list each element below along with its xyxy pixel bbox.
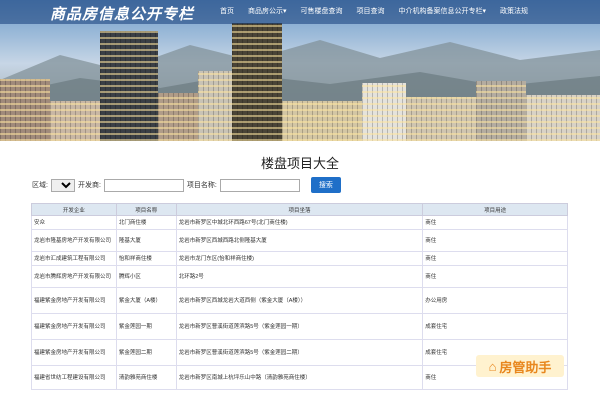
building: [0, 79, 50, 141]
building: [232, 23, 282, 141]
cell-project-name[interactable]: 隆基大厦: [115, 229, 177, 252]
nav-item-commercial-housing[interactable]: 商品房公示▾: [248, 6, 287, 16]
site-logo[interactable]: 商品房信息公开专栏: [50, 3, 194, 24]
building: [406, 97, 476, 141]
table-header-row: 开发企业 项目名称 项目坐落 项目用途: [31, 203, 568, 216]
cell-developer: 福建省世纺工程建设有限公司: [31, 365, 117, 390]
top-navbar: 商品房信息公开专栏 首页 商品房公示▾ 可售楼盘查询 项目查询 中介机构备案信息…: [0, 0, 600, 24]
cell-location: 龙岩市新罗区曹溪街道莲滨路5号（紫金莲园一期）: [175, 313, 424, 340]
building: [526, 95, 600, 141]
cell-project-name[interactable]: 紫金大厦（A楼）: [115, 287, 177, 314]
table-row[interactable]: 龙岩市汇成建筑工程有限公司 怡和祥商住楼 龙岩市龙门东区(怡和祥商住楼) 商住: [31, 251, 568, 266]
building: [50, 101, 100, 141]
developer-label: 开发商:: [77, 182, 101, 189]
cell-developer: 福建紫金房地产开发有限公司: [31, 339, 117, 366]
nav-item-policies[interactable]: 政策法规: [500, 6, 528, 16]
project-name-input[interactable]: [219, 178, 300, 192]
search-button[interactable]: 搜索: [310, 177, 341, 193]
cell-developer: 福建紫金房地产开发有限公司: [31, 313, 117, 340]
house-assistant-watermark: ⌂ 房管助手: [476, 355, 564, 377]
cell-developer: 龙岩市汇成建筑工程有限公司: [31, 251, 117, 266]
house-icon: ⌂: [488, 358, 497, 374]
cell-usage: 办公用房: [422, 287, 568, 314]
developer-input[interactable]: [103, 178, 184, 192]
cell-project-name[interactable]: 腾辉小区: [115, 265, 177, 288]
building: [362, 83, 406, 141]
cell-location: 龙岩市龙门东区(怡和祥商住楼): [175, 251, 424, 266]
cell-developer: 福建紫金房地产开发有限公司: [31, 287, 117, 314]
cell-usage: 商住: [422, 265, 568, 288]
watermark-text: 房管助手: [499, 359, 552, 375]
cell-developer: 安众: [31, 215, 117, 230]
table-row[interactable]: 福建紫金房地产开发有限公司 紫金莲园一期 龙岩市新罗区曹溪街道莲滨路5号（紫金莲…: [31, 313, 568, 340]
table-row[interactable]: 龙岩市腾辉房地产开发有限公司 腾辉小区 北环路2号 商住: [31, 265, 568, 288]
hero-banner: 商品房信息公开专栏 首页 商品房公示▾ 可售楼盘查询 项目查询 中介机构备案信息…: [0, 0, 600, 141]
cell-developer: 龙岩市腾辉房地产开发有限公司: [31, 265, 117, 288]
district-label: 区域:: [32, 182, 48, 189]
cell-project-name[interactable]: 紫金莲园一期: [115, 313, 177, 340]
nav-item-project-search[interactable]: 项目查询: [357, 6, 385, 16]
cell-location: 北环路2号: [175, 265, 424, 288]
cell-project-name[interactable]: 清韵雅苑商住楼: [115, 365, 177, 390]
table-row[interactable]: 龙岩市隆基房地产开发有限公司 隆基大厦 龙岩市新罗区西城西路北侧隆基大厦 商住: [31, 229, 568, 252]
nav-item-for-sale-search[interactable]: 可售楼盘查询: [301, 6, 343, 16]
table-row[interactable]: 福建紫金房地产开发有限公司 紫金大厦（A楼） 龙岩市新罗区西城龙岩大道西侧（紫金…: [31, 287, 568, 314]
building: [476, 81, 526, 141]
header-developer: 开发企业: [31, 203, 117, 216]
search-filters: 区域: 区域 开发商: 项目名称: 搜索: [32, 177, 341, 193]
nav-item-home[interactable]: 首页: [220, 6, 234, 16]
header-project-name: 项目名称: [115, 203, 177, 216]
cell-project-name[interactable]: 紫金莲园二期: [115, 339, 177, 366]
cell-usage: 商住: [422, 215, 568, 230]
cell-usage: 商住: [422, 251, 568, 266]
cell-project-name[interactable]: 北门商住楼: [115, 215, 177, 230]
building: [100, 31, 158, 141]
page-title: 楼盘项目大全: [260, 156, 339, 171]
cell-location: 龙岩市新罗区中城北环西路67号(北门商住楼): [175, 215, 424, 230]
header-usage: 项目用途: [422, 203, 568, 216]
cell-location: 龙岩市新罗区曹溪街道莲滨路5号（紫金莲园二期）: [175, 339, 424, 366]
cell-usage: 成套住宅: [422, 313, 568, 340]
building: [282, 101, 362, 141]
table-row[interactable]: 安众 北门商住楼 龙岩市新罗区中城北环西路67号(北门商住楼) 商住: [31, 215, 568, 230]
cell-location: 龙岩市新罗区西城龙岩大道西侧（紫金大厦（A楼））: [175, 287, 424, 314]
header-location: 项目坐落: [175, 203, 424, 216]
district-select[interactable]: 区域: [50, 178, 75, 192]
cell-usage: 商住: [422, 229, 568, 252]
building: [158, 93, 198, 141]
project-name-label: 项目名称:: [186, 182, 217, 189]
cell-developer: 龙岩市隆基房地产开发有限公司: [31, 229, 117, 252]
cell-location: 龙岩市新罗区西城西路北侧隆基大厦: [175, 229, 424, 252]
main-nav: 首页 商品房公示▾ 可售楼盘查询 项目查询 中介机构备案信息公开专栏▾ 政策法规: [220, 6, 542, 16]
cell-project-name[interactable]: 怡和祥商住楼: [115, 251, 177, 266]
cell-location: 龙岩市新罗区南城上杭坪乐山中路（清韵雅苑商住楼）: [175, 365, 424, 390]
building: [198, 71, 232, 141]
nav-item-agency-records[interactable]: 中介机构备案信息公开专栏▾: [399, 6, 487, 16]
